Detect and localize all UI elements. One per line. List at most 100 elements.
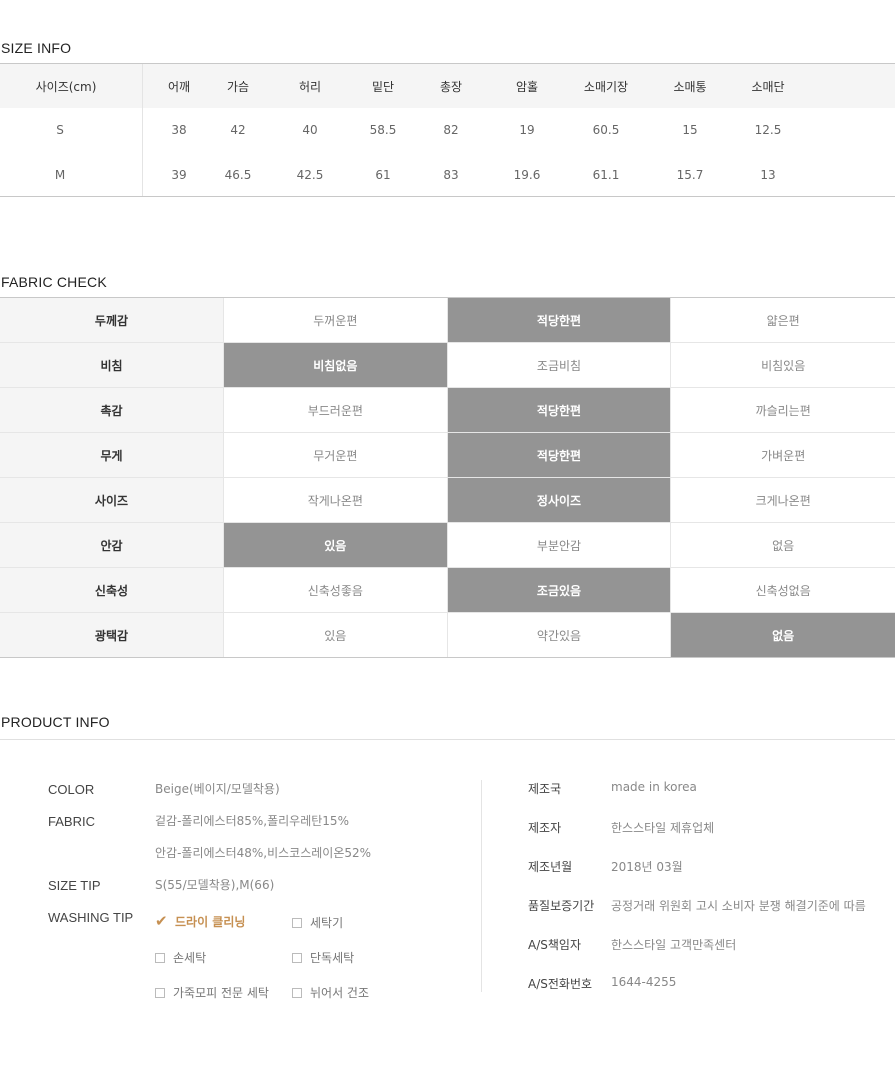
size-value-cell: 13: [760, 168, 776, 182]
fabric-option: 얇은편: [766, 313, 800, 328]
washing-option-label: 뉘어서 건조: [310, 986, 370, 1000]
fabric-option: 까슬리는편: [755, 403, 811, 418]
fabric-option: 신축성좋음: [224, 568, 448, 612]
size-label-cell: M: [54, 168, 66, 182]
fabric-check-table: 두께감 두꺼운편 적당한편 얇은편 비침 비침없음 조금비침 비침있음 촉감 부드러운편 적당한편 까…: [0, 297, 895, 658]
fabric-attribute-label: 촉감: [0, 388, 224, 432]
origin-value: made in korea: [611, 780, 697, 794]
washing-option-flat-dry: 뉘어서 건조: [292, 984, 369, 1001]
size-value-cell: 15.7: [676, 168, 704, 182]
fabric-row: 사이즈 작게나온편 정사이즈 크게나온편: [0, 478, 895, 523]
manufacture-date-label: 제조년월: [528, 860, 573, 874]
size-tip-value: S(55/모델착용),M(66): [155, 878, 275, 892]
fabric-option-selected: 있음: [223, 523, 448, 567]
size-value-cell: 15: [682, 123, 698, 137]
fabric-option-selected: 비침없음: [223, 343, 448, 387]
fabric-option: 신축성없음: [755, 583, 811, 598]
fabric-label: FABRIC: [48, 814, 95, 829]
washing-option-separate-wash: 단독세탁: [292, 949, 354, 966]
fabric-row: 안감 있음 부분안감 없음: [0, 523, 895, 568]
color-value: Beige(베이지/모델착용): [155, 782, 280, 796]
as-phone-value: 1644-4255: [611, 975, 677, 989]
fabric-option: 있음: [224, 613, 448, 657]
washing-option-washer: 세탁기: [292, 914, 343, 931]
warranty-value: 공정거래 위원회 고시 소비자 분쟁 해결기준에 따름: [611, 899, 866, 913]
fabric-row: 촉감 부드러운편 적당한편 까슬리는편: [0, 388, 895, 433]
washing-option-label: 가죽모피 전문 세탁: [173, 986, 269, 1000]
size-table-header-cell: 소매기장: [583, 80, 629, 94]
fabric-row: 두께감 두꺼운편 적당한편 얇은편: [0, 298, 895, 343]
size-info-table: 사이즈(cm) 어깨 가슴 허리 밑단 총장 암홀 소매기장 소매통 소매단 S 38 42 40 58.5…: [0, 63, 895, 197]
fabric-check-title: FABRIC CHECK: [1, 274, 107, 290]
fabric-option: 작게나온편: [224, 478, 448, 522]
fabric-attribute-label: 사이즈: [0, 478, 224, 522]
size-table-header-cell: 사이즈(cm): [35, 80, 97, 94]
fabric-row: 광택감 있음 약간있음 없음: [0, 613, 895, 657]
fabric-option-selected: 없음: [671, 613, 895, 657]
fabric-option-selected: 적당한편: [447, 388, 672, 432]
size-value-cell: 60.5: [592, 123, 620, 137]
washing-option-label: 단독세탁: [310, 951, 355, 965]
manufacture-date-value: 2018년 03월: [611, 860, 683, 874]
size-tip-label: SIZE TIP: [48, 878, 101, 893]
fabric-option-selected: 적당한편: [447, 433, 672, 477]
fabric-option: 가벼운편: [761, 448, 806, 463]
size-table-header-cell: 소매통: [673, 80, 707, 94]
checkbox-empty-icon: [292, 987, 302, 998]
washing-option-dry-cleaning: ✔ 드라이 클리닝: [155, 912, 245, 930]
washing-option-label: 드라이 클리닝: [175, 914, 246, 929]
fabric-option-selected: 조금있음: [447, 568, 672, 612]
checkbox-empty-icon: [292, 952, 302, 963]
fabric-attribute-label: 신축성: [0, 568, 224, 612]
size-info-title: SIZE INFO: [1, 40, 72, 56]
manufacturer-label: 제조자: [528, 821, 562, 835]
size-value-cell: 19.6: [513, 168, 541, 182]
fabric-option-selected: 정사이즈: [447, 478, 672, 522]
fabric-option: 크게나온편: [755, 493, 811, 508]
fabric-value-lining: 안감-폴리에스터48%,비스코스레이온52%: [155, 846, 372, 860]
fabric-row: 비침 비침없음 조금비침 비침있음: [0, 343, 895, 388]
product-info-rule: [0, 739, 895, 740]
washing-option-hand-wash: 손세탁: [155, 949, 206, 966]
size-value-cell: 61.1: [592, 168, 620, 182]
fabric-attribute-label: 비침: [0, 343, 224, 387]
fabric-row: 무게 무거운편 적당한편 가벼운편: [0, 433, 895, 478]
manufacturer-value: 한스스타일 제휴업체: [611, 821, 715, 835]
checkmark-icon: ✔: [155, 912, 168, 930]
fabric-attribute-label: 두께감: [0, 298, 224, 342]
washing-option-label: 손세탁: [173, 951, 207, 965]
as-manager-label: A/S책임자: [528, 938, 581, 952]
fabric-attribute-label: 안감: [0, 523, 224, 567]
washing-option-leather-fur: 가죽모피 전문 세탁: [155, 984, 269, 1001]
washing-tip-label: WASHING TIP: [48, 910, 134, 925]
color-label: COLOR: [48, 782, 95, 797]
as-manager-value: 한스스타일 고객만족센터: [611, 938, 737, 952]
product-info-divider: [481, 780, 482, 992]
warranty-label: 품질보증기간: [528, 899, 595, 913]
fabric-option: 조금비침: [448, 343, 672, 387]
as-phone-label: A/S전화번호: [528, 977, 593, 991]
fabric-option: 무거운편: [224, 433, 448, 477]
size-value-cell: 19: [519, 123, 535, 137]
fabric-row: 신축성 신축성좋음 조금있음 신축성없음: [0, 568, 895, 613]
origin-label: 제조국: [528, 782, 562, 796]
size-table-header-cell: 소매단: [751, 80, 785, 94]
size-value-cell: 12.5: [754, 123, 782, 137]
checkbox-empty-icon: [292, 917, 302, 928]
washing-option-label: 세탁기: [310, 916, 344, 930]
fabric-option: 비침있음: [761, 358, 806, 373]
size-table-header-cell: 암홀: [515, 80, 539, 94]
fabric-option: 약간있음: [448, 613, 672, 657]
fabric-option: 부분안감: [448, 523, 672, 567]
fabric-option: 부드러운편: [224, 388, 448, 432]
fabric-option: 없음: [772, 538, 795, 553]
fabric-attribute-label: 무게: [0, 433, 224, 477]
size-label-cell: S: [56, 123, 64, 137]
product-info-title: PRODUCT INFO: [1, 714, 110, 730]
fabric-option-selected: 적당한편: [447, 298, 672, 342]
checkbox-empty-icon: [155, 952, 165, 963]
fabric-attribute-label: 광택감: [0, 613, 224, 657]
fabric-value-outer: 겉감-폴리에스터85%,폴리우레탄15%: [155, 814, 349, 828]
fabric-option: 두꺼운편: [224, 298, 448, 342]
checkbox-empty-icon: [155, 987, 165, 998]
